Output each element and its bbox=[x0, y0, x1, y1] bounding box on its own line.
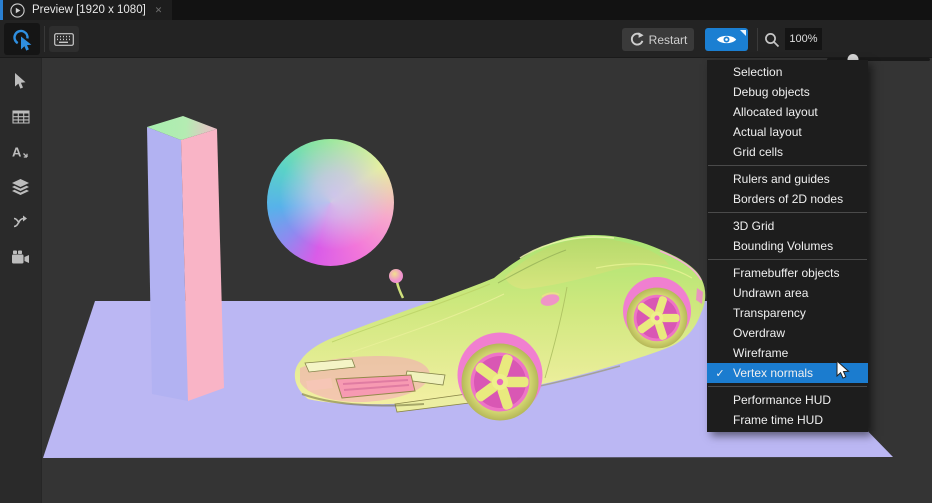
menu-separator bbox=[708, 386, 867, 387]
menu-item-undrawn-area[interactable]: Undrawn area bbox=[707, 283, 868, 303]
preview-toolbar: Restart 100% bbox=[0, 20, 932, 58]
keyboard-icon bbox=[54, 33, 74, 46]
menu-item-rulers-and-guides[interactable]: Rulers and guides bbox=[707, 169, 868, 189]
restart-button[interactable]: Restart bbox=[622, 28, 694, 51]
camera-tool[interactable] bbox=[0, 239, 41, 274]
normals-sphere bbox=[267, 139, 394, 266]
text-style-tool[interactable]: A bbox=[0, 134, 41, 169]
menu-separator bbox=[708, 165, 867, 166]
click-simulation-tool-button[interactable] bbox=[4, 23, 40, 55]
menu-item-label: Actual layout bbox=[733, 125, 802, 139]
dropdown-corner-notch bbox=[740, 30, 746, 36]
connections-icon bbox=[13, 214, 29, 230]
zoom-level-value[interactable]: 100% bbox=[785, 28, 822, 50]
menu-item-allocated-layout[interactable]: Allocated layout bbox=[707, 102, 868, 122]
menu-item-label: Debug objects bbox=[733, 85, 810, 99]
menu-item-transparency[interactable]: Transparency bbox=[707, 303, 868, 323]
grid-list-tool[interactable] bbox=[0, 99, 41, 134]
menu-item-actual-layout[interactable]: Actual layout bbox=[707, 122, 868, 142]
menu-item-label: Allocated layout bbox=[733, 105, 818, 119]
tab-close-icon[interactable]: ✕ bbox=[155, 5, 163, 16]
checkmark-icon: ✓ bbox=[707, 367, 733, 380]
menu-item-label: Wireframe bbox=[733, 346, 788, 360]
menu-item-overdraw[interactable]: Overdraw bbox=[707, 323, 868, 343]
text-style-icon: A bbox=[12, 144, 30, 160]
menu-item-label: Overdraw bbox=[733, 326, 785, 340]
menu-item-label: Transparency bbox=[733, 306, 806, 320]
pointer-icon bbox=[13, 73, 28, 90]
play-circle-icon bbox=[10, 3, 25, 18]
menu-item-label: Vertex normals bbox=[733, 366, 813, 380]
restart-label: Restart bbox=[649, 33, 688, 47]
analysis-dropdown-button[interactable] bbox=[705, 28, 748, 51]
menu-separator bbox=[708, 259, 867, 260]
mouse-cursor bbox=[836, 360, 853, 380]
tab-title: Preview [1920 x 1080] bbox=[32, 4, 146, 16]
connections-tool[interactable] bbox=[0, 204, 41, 239]
tab-preview[interactable]: Preview [1920 x 1080] ✕ bbox=[0, 0, 172, 20]
menu-item-label: Performance HUD bbox=[733, 393, 831, 407]
menu-item-debug-objects[interactable]: Debug objects bbox=[707, 82, 868, 102]
menu-item-label: Grid cells bbox=[733, 145, 783, 159]
menu-item-label: Framebuffer objects bbox=[733, 266, 840, 280]
restart-icon bbox=[629, 32, 644, 47]
eye-icon bbox=[716, 33, 737, 46]
menu-separator bbox=[708, 212, 867, 213]
menu-item-label: Selection bbox=[733, 65, 782, 79]
click-cursor-icon bbox=[11, 28, 34, 51]
tool-sidebar: A bbox=[0, 58, 42, 503]
layers-tool[interactable] bbox=[0, 169, 41, 204]
camera-icon bbox=[12, 250, 29, 264]
active-tab-indicator bbox=[0, 0, 3, 20]
menu-item-bounding-volumes[interactable]: Bounding Volumes bbox=[707, 236, 868, 256]
keyboard-input-tool-button[interactable] bbox=[49, 26, 79, 52]
svg-text:A: A bbox=[12, 144, 22, 159]
box-pillar bbox=[147, 116, 224, 401]
menu-item-label: Undrawn area bbox=[733, 286, 808, 300]
menu-item-performance-hud[interactable]: Performance HUD bbox=[707, 390, 868, 410]
menu-item-label: Rulers and guides bbox=[733, 172, 830, 186]
menu-item-label: Frame time HUD bbox=[733, 413, 823, 427]
menu-item-label: Borders of 2D nodes bbox=[733, 192, 843, 206]
pointer-tool[interactable] bbox=[0, 64, 41, 99]
menu-item-framebuffer-objects[interactable]: Framebuffer objects bbox=[707, 263, 868, 283]
toolbar-separator bbox=[44, 26, 45, 52]
menu-item-label: Bounding Volumes bbox=[733, 239, 833, 253]
grid-icon bbox=[12, 110, 30, 124]
menu-item-selection[interactable]: Selection bbox=[707, 62, 868, 82]
layers-icon bbox=[12, 179, 29, 195]
menu-item-borders-of-2d-nodes[interactable]: Borders of 2D nodes bbox=[707, 189, 868, 209]
menu-item-3d-grid[interactable]: 3D Grid bbox=[707, 216, 868, 236]
menu-item-grid-cells[interactable]: Grid cells bbox=[707, 142, 868, 162]
magnifier-icon bbox=[764, 32, 780, 48]
toolbar-separator bbox=[757, 28, 758, 51]
menu-item-frame-time-hud[interactable]: Frame time HUD bbox=[707, 410, 868, 430]
tab-bar: Preview [1920 x 1080] ✕ bbox=[0, 0, 932, 20]
menu-item-label: 3D Grid bbox=[733, 219, 774, 233]
